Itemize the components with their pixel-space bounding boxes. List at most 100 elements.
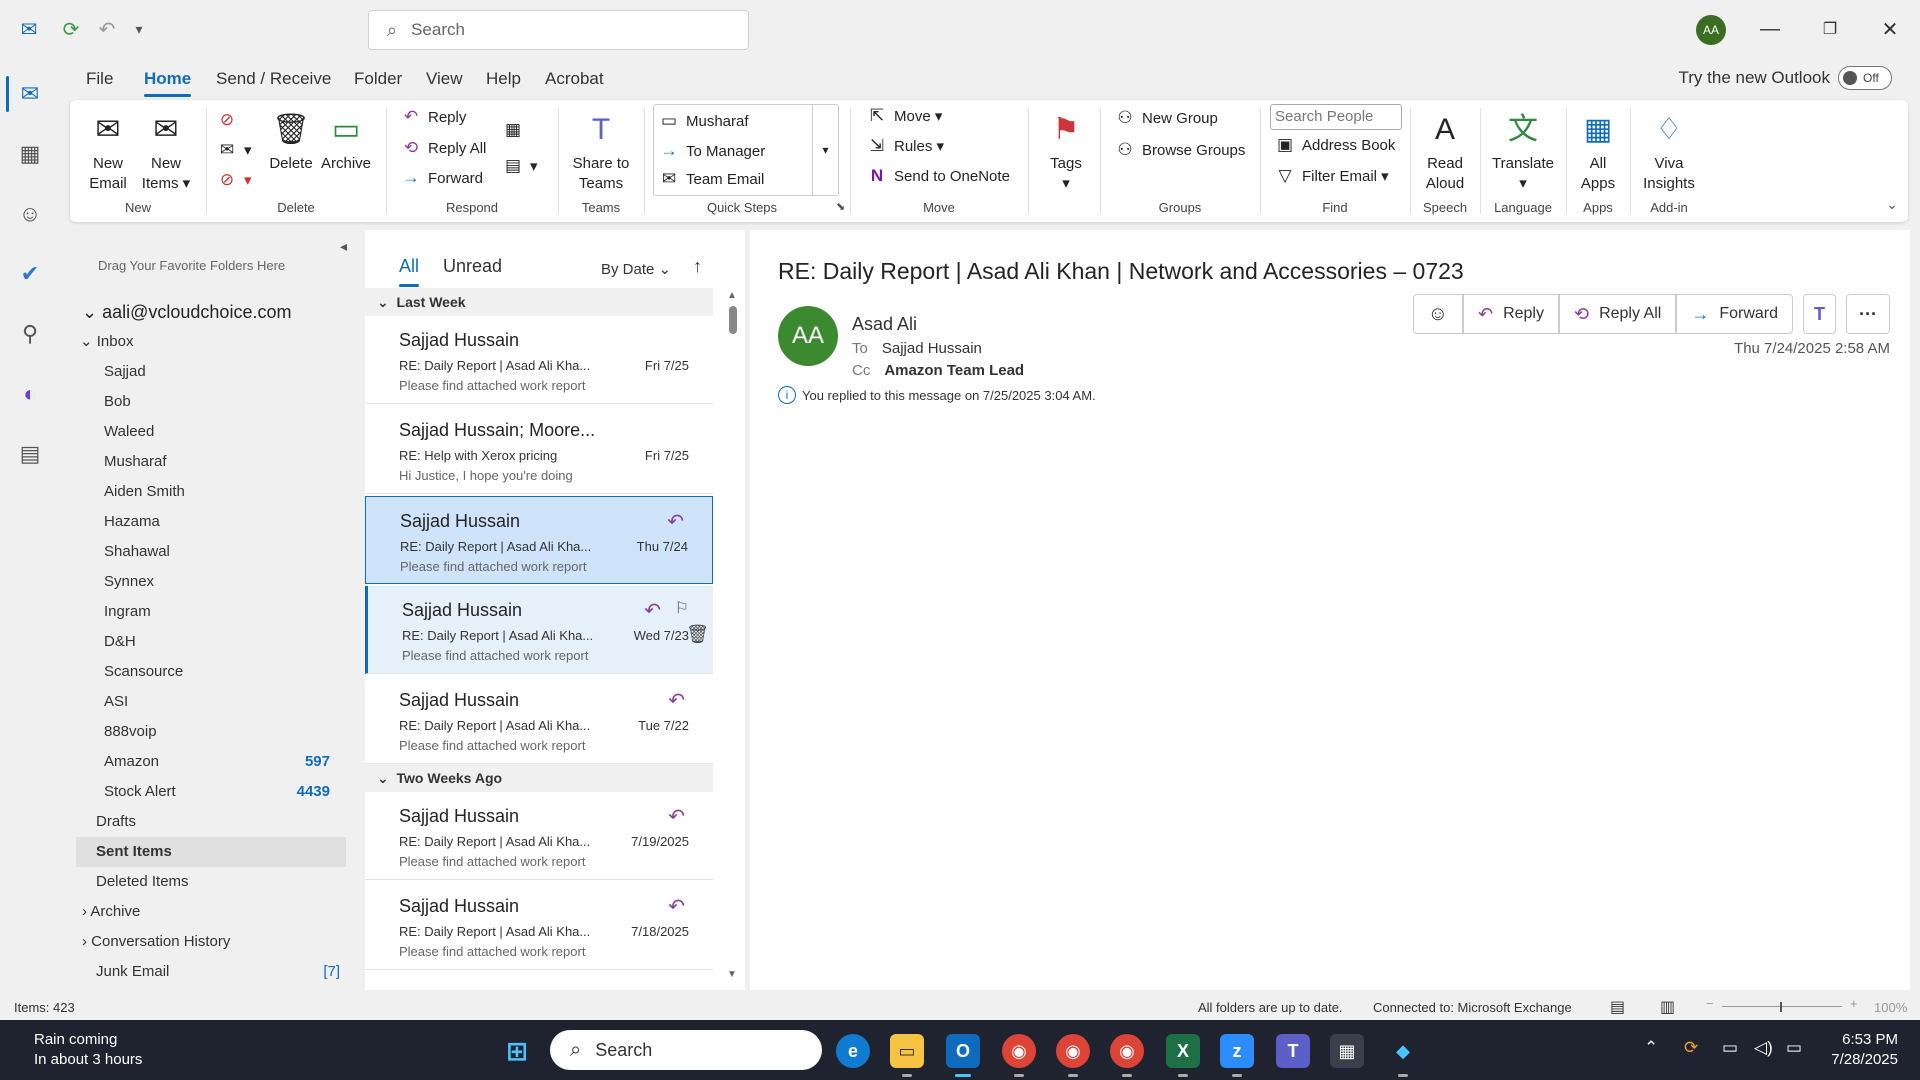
chrome-profile-icon[interactable]: ◉ [1056,1034,1090,1077]
account-name[interactable]: ⌄ aali@vcloudchoice.com [82,302,291,323]
tags-button[interactable]: ⚑ Tags ▾ [1036,108,1096,194]
message-item[interactable]: Sajjad Hussain RE: Daily Report | Asad Al… [365,316,713,404]
ignore-icon[interactable]: ⊘ [216,106,244,134]
forward-button[interactable]: → Forward [400,164,484,192]
new-group-button[interactable]: ⚇ New Group [1114,104,1218,132]
folder-item[interactable]: Aiden Smith [104,477,346,507]
junk-button[interactable]: ⊘ ▾ [216,166,252,194]
send-to-onenote-button[interactable]: N Send to OneNote [866,162,1010,190]
new-email-button[interactable]: ✉ New Email [78,108,138,194]
react-button[interactable]: ☺ [1412,294,1463,334]
network-icon[interactable]: ▭ [1722,1038,1738,1058]
delete-icon[interactable]: 🗑 [686,624,709,645]
tab-acrobat[interactable]: Acrobat [545,69,604,89]
minimize-icon[interactable]: — [1750,14,1790,44]
quick-steps-expand[interactable]: ▾ [812,105,838,195]
tab-folder[interactable]: Folder [354,69,402,89]
zoom-icon[interactable]: z [1220,1034,1254,1077]
search-people-input[interactable]: Search People [1270,104,1402,130]
folder-item[interactable]: Musharaf [104,447,346,477]
to-recipient[interactable]: Sajjad Hussain [882,340,982,357]
message-item[interactable]: Sajjad Hussain RE: Daily Report | Asad Al… [365,676,713,764]
reading-reply-button[interactable]: ↶ Reply [1462,294,1559,334]
sort-direction-icon[interactable]: ↑ [693,256,702,277]
quick-step-team-email[interactable]: ✉ Team Email [658,165,764,193]
calendar-icon[interactable]: ▦ [12,136,48,172]
scroll-up-icon[interactable]: ▲ [727,290,737,301]
folder-item[interactable]: Sajjad [104,357,346,387]
tab-help[interactable]: Help [486,69,521,89]
all-apps-button[interactable]: ▦ All Apps [1570,108,1626,194]
group-header-last-week[interactable]: ⌄ Last Week [365,288,713,316]
volume-icon[interactable]: ◁) [1754,1038,1773,1058]
folder-drafts[interactable]: Drafts [96,807,356,837]
close-icon[interactable]: ✕ [1870,14,1910,44]
zoom-thumb[interactable] [1780,1002,1782,1012]
archive-button[interactable]: ▭ Archive [318,108,374,174]
folder-item[interactable]: Scansource [104,657,346,687]
reading-reply-all-button[interactable]: ⟲ Reply All [1558,294,1677,334]
mail-icon[interactable]: ✉ [12,76,48,112]
filter-all-tab[interactable]: All [399,256,419,277]
message-item[interactable]: Sajjad Hussain RE: Daily Report | Asad Al… [365,792,713,880]
weather-widget[interactable]: Rain coming In about 3 hours [34,1030,142,1070]
search-input[interactable]: ⌕ Search [368,10,749,50]
message-item[interactable]: Sajjad Hussain RE: Daily Report | Asad Al… [365,496,713,584]
excel-icon[interactable]: X [1166,1034,1200,1077]
outlook-taskbar-icon[interactable]: O [946,1034,980,1077]
folder-item[interactable]: D&H [104,627,346,657]
reply-all-button[interactable]: ⟲ Reply All [400,134,486,162]
quick-step-to-manager[interactable]: → To Manager [658,137,766,165]
dialog-launcher-icon[interactable]: ⬊ [836,200,845,213]
filter-unread-tab[interactable]: Unread [443,256,502,277]
folder-conversation-history[interactable]: › Conversation History [82,927,342,957]
customize-toolbar-icon[interactable]: ▾ [124,14,154,44]
folder-item[interactable]: Waleed [104,417,346,447]
tab-view[interactable]: View [426,69,463,89]
folder-item[interactable]: Synnex [104,567,346,597]
message-item[interactable]: Sajjad Hussain RE: Daily Report | Asad Al… [365,586,713,674]
address-book-button[interactable]: ▣ Address Book [1274,131,1395,159]
folder-item[interactable]: ASI [104,687,346,717]
edge-icon[interactable]: e [836,1034,870,1068]
group-header-two-weeks[interactable]: ⌄ Two Weeks Ago [365,764,713,792]
rules-button[interactable]: ⇲ Rules ▾ [866,132,944,160]
folder-inbox[interactable]: ⌄ Inbox [80,327,340,357]
zoom-in-icon[interactable]: + [1850,996,1858,1011]
collapse-pane-icon[interactable]: ◂ [340,238,347,255]
start-icon[interactable]: ⊞ [500,1034,534,1068]
clock[interactable]: 6:53 PM 7/28/2025 [1831,1030,1898,1070]
cc-recipient[interactable]: Amazon Team Lead [884,362,1024,379]
folder-sent-items[interactable]: Sent Items [76,837,346,867]
undo-icon[interactable]: ↶ [92,14,122,44]
meeting-reply-button[interactable]: ▦ [502,116,530,144]
chrome-profile-2-icon[interactable]: ◉ [1110,1034,1144,1077]
share-to-teams-button[interactable]: T Share to Teams [566,108,636,194]
folder-item[interactable]: Shahawal [104,537,346,567]
copilot-icon[interactable]: ◐ [12,376,48,412]
cleanup-button[interactable]: ✉ ▾ [216,136,252,164]
ribbon-collapse-icon[interactable]: ⌄ [1886,196,1898,213]
restore-icon[interactable]: ❐ [1810,14,1850,44]
more-respond-button[interactable]: ▤ ▾ [502,152,538,180]
tab-send-receive[interactable]: Send / Receive [216,69,331,89]
move-button[interactable]: ⇱ Move ▾ [866,102,943,130]
folder-junk-email[interactable]: Junk Email [7] [96,957,356,987]
tray-overflow-icon[interactable]: ⌃ [1644,1038,1658,1058]
more-actions-button[interactable]: ··· [1846,294,1890,334]
read-aloud-button[interactable]: A Read Aloud [1416,108,1474,194]
quick-step-musharaf[interactable]: ▭ Musharaf [658,107,749,135]
zoom-slider[interactable] [1722,1006,1842,1007]
message-item[interactable]: Sajjad Hussain; Moore... RE: Help with Xe… [365,406,713,494]
delete-button[interactable]: 🗑 Delete [266,108,316,174]
folder-item[interactable]: Bob [104,387,346,417]
calculator-icon[interactable]: ▦ [1330,1034,1364,1068]
reply-button[interactable]: ↶ Reply [400,103,466,131]
scroll-down-icon[interactable]: ▼ [727,969,737,980]
sender-avatar[interactable]: AA [778,306,838,366]
sync-icon[interactable]: ⟳ [56,14,86,44]
zoom-out-icon[interactable]: − [1706,996,1714,1011]
viva-insights-button[interactable]: ♢ Viva Insights [1636,108,1702,194]
folder-item[interactable]: Hazama [104,507,346,537]
battery-icon[interactable]: ▭ [1786,1038,1802,1058]
